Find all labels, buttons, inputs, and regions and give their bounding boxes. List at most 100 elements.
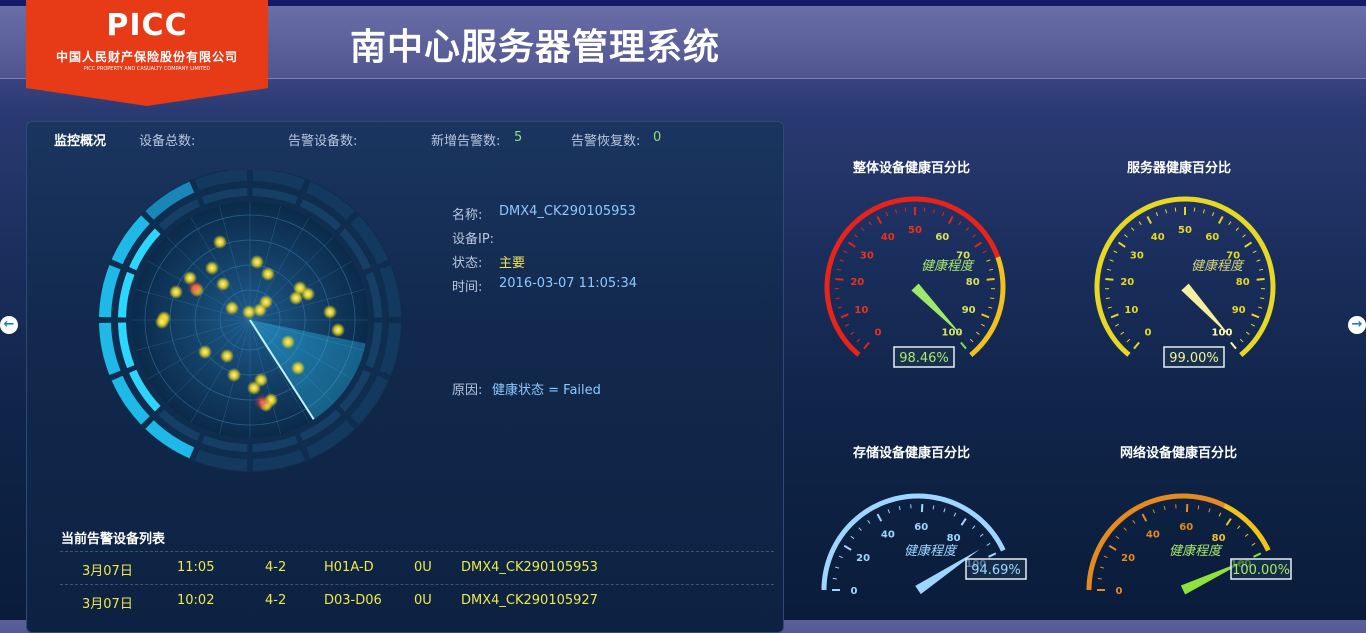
gauge-arc-segment bbox=[986, 526, 989, 530]
radar-device-dot[interactable] bbox=[291, 361, 305, 375]
gauge-tick-label: 60 bbox=[935, 232, 949, 243]
gauge-arc-segment bbox=[828, 299, 829, 306]
name-label: 名称: bbox=[452, 204, 482, 223]
status-value: 主要 bbox=[499, 252, 525, 271]
gauge-tick bbox=[1229, 222, 1231, 225]
radar-device-dot[interactable] bbox=[198, 345, 212, 359]
gauge-tick-label: 20 bbox=[1120, 277, 1134, 288]
radar-device-dot[interactable] bbox=[220, 349, 234, 363]
radar-device-dot[interactable] bbox=[227, 368, 241, 382]
radar-device-dot[interactable] bbox=[331, 323, 345, 337]
gauge-arc-segment bbox=[1107, 531, 1110, 535]
gauge-arc-segment bbox=[862, 213, 868, 217]
gauge-arc-segment bbox=[1114, 339, 1119, 345]
gauge-arc-segment bbox=[1144, 206, 1151, 209]
gauge-tick-label: 10 bbox=[1124, 305, 1138, 316]
gauge-tick bbox=[961, 342, 966, 348]
table-cell: DMX4_CK290105953 bbox=[461, 560, 598, 575]
gauge-arc-segment bbox=[1150, 500, 1154, 502]
radar-device-dot[interactable] bbox=[259, 295, 273, 309]
gauge-tick bbox=[954, 513, 956, 517]
gauge-arc-segment bbox=[860, 514, 864, 517]
gauge-tick bbox=[1107, 269, 1111, 270]
radar-device-dot[interactable] bbox=[205, 261, 219, 275]
gauge-arc-segment bbox=[826, 564, 827, 569]
radar-alarm-dot[interactable] bbox=[254, 394, 270, 410]
gauge-tick-label: 50 bbox=[908, 225, 922, 236]
radar-device-dot[interactable] bbox=[216, 277, 230, 291]
gauge-title-server: 服务器健康百分比 bbox=[1127, 157, 1231, 176]
gauge-tick bbox=[1114, 251, 1118, 253]
gauge-tick-label: 80 bbox=[1212, 533, 1226, 544]
radar-device-dot[interactable] bbox=[225, 301, 239, 315]
gauge-tick bbox=[861, 228, 864, 231]
radar-device-dot[interactable] bbox=[247, 381, 261, 395]
radar-device-dot[interactable] bbox=[169, 285, 183, 299]
radar-device-dot[interactable] bbox=[323, 305, 337, 319]
gauge-arc-segment bbox=[1196, 497, 1201, 498]
gauge-arc-segment bbox=[1102, 538, 1105, 542]
gauge-arc-segment bbox=[840, 534, 843, 538]
radar-device-dot[interactable] bbox=[289, 291, 303, 305]
gauge-tick bbox=[933, 209, 934, 213]
radar-device-dot[interactable] bbox=[261, 267, 275, 281]
gauge-tick bbox=[982, 314, 989, 317]
gauge-arc-segment bbox=[977, 517, 981, 520]
gauge-tick bbox=[975, 242, 982, 246]
gauge-tick-label: 80 bbox=[1236, 277, 1250, 288]
gauge-tick bbox=[1219, 513, 1221, 517]
table-row[interactable]: 3月07日11:054-2H01A-D0UDMX4_CK290105953 bbox=[60, 551, 774, 584]
gauge-tick bbox=[1251, 324, 1254, 326]
arrow-left-icon[interactable]: ← bbox=[0, 316, 18, 334]
radar-device-dot[interactable] bbox=[213, 235, 227, 249]
arrow-right-icon[interactable]: → bbox=[1348, 316, 1366, 334]
table-cell: 4-2 bbox=[265, 593, 286, 608]
gauge-arc-segment bbox=[835, 541, 837, 545]
gauge-arc-segment bbox=[1262, 539, 1264, 543]
table-row[interactable]: 3月07日10:024-2D03-D060UDMX4_CK290105927 bbox=[60, 584, 774, 617]
gauge-arc-segment bbox=[880, 204, 887, 207]
gauge-tick bbox=[1198, 505, 1199, 509]
gauge-tick bbox=[835, 567, 839, 568]
radar-device-dot[interactable] bbox=[301, 287, 315, 301]
gauge-tick bbox=[849, 242, 856, 246]
gauge-tick bbox=[1242, 235, 1245, 238]
radar-device-dot[interactable] bbox=[250, 255, 264, 269]
gauge-arc-segment bbox=[979, 227, 984, 233]
gauge-arc-segment bbox=[1102, 250, 1105, 257]
gauge-tick-label: 20 bbox=[856, 553, 870, 564]
table-cell: 11:05 bbox=[177, 560, 214, 575]
gauge-tick bbox=[1203, 209, 1204, 213]
gauge-value: 99.00% bbox=[1169, 351, 1219, 366]
logo-company-name: 中国人民财产保险股份有限公司 bbox=[26, 48, 268, 65]
table-cell: DMX4_CK290105927 bbox=[461, 593, 598, 608]
gauge-title-network: 网络设备健康百分比 bbox=[1120, 442, 1237, 461]
radar-device-dot[interactable] bbox=[155, 315, 169, 329]
gauge-label: 健康程度 bbox=[1169, 543, 1223, 559]
gauge-tick bbox=[976, 332, 979, 334]
status-label: 状态: bbox=[452, 252, 482, 271]
gauge-tick bbox=[1105, 279, 1113, 280]
summary-title: 监控概况 bbox=[54, 130, 106, 149]
gauge-arc-segment bbox=[1100, 541, 1102, 545]
gauge-arc-segment bbox=[1091, 569, 1092, 574]
gauge-arc-segment bbox=[948, 501, 952, 503]
gauge-tick bbox=[851, 332, 854, 334]
gauge-arc-segment bbox=[827, 560, 828, 564]
radar-device-dot[interactable] bbox=[281, 335, 295, 349]
gauge-tick bbox=[1116, 536, 1119, 539]
gauge-arc-segment bbox=[846, 226, 851, 232]
gauge-arc-segment bbox=[856, 516, 860, 519]
gauge-arc-segment bbox=[952, 502, 956, 504]
gauge-arc-segment bbox=[853, 350, 859, 355]
gauge-arc-segment bbox=[827, 271, 828, 279]
gauge-tick bbox=[845, 324, 848, 326]
gauge-tick bbox=[1245, 242, 1252, 246]
radar-alarm-dot[interactable] bbox=[187, 280, 203, 296]
gauge-title-overall: 整体设备健康百分比 bbox=[853, 157, 970, 176]
gauge-arc-segment bbox=[827, 292, 828, 300]
gauge-tick-label: 40 bbox=[881, 530, 895, 541]
gauge-arc-segment bbox=[976, 345, 981, 351]
new-alarms-value: 5 bbox=[514, 130, 522, 145]
gauge-arc-segment bbox=[889, 499, 894, 500]
